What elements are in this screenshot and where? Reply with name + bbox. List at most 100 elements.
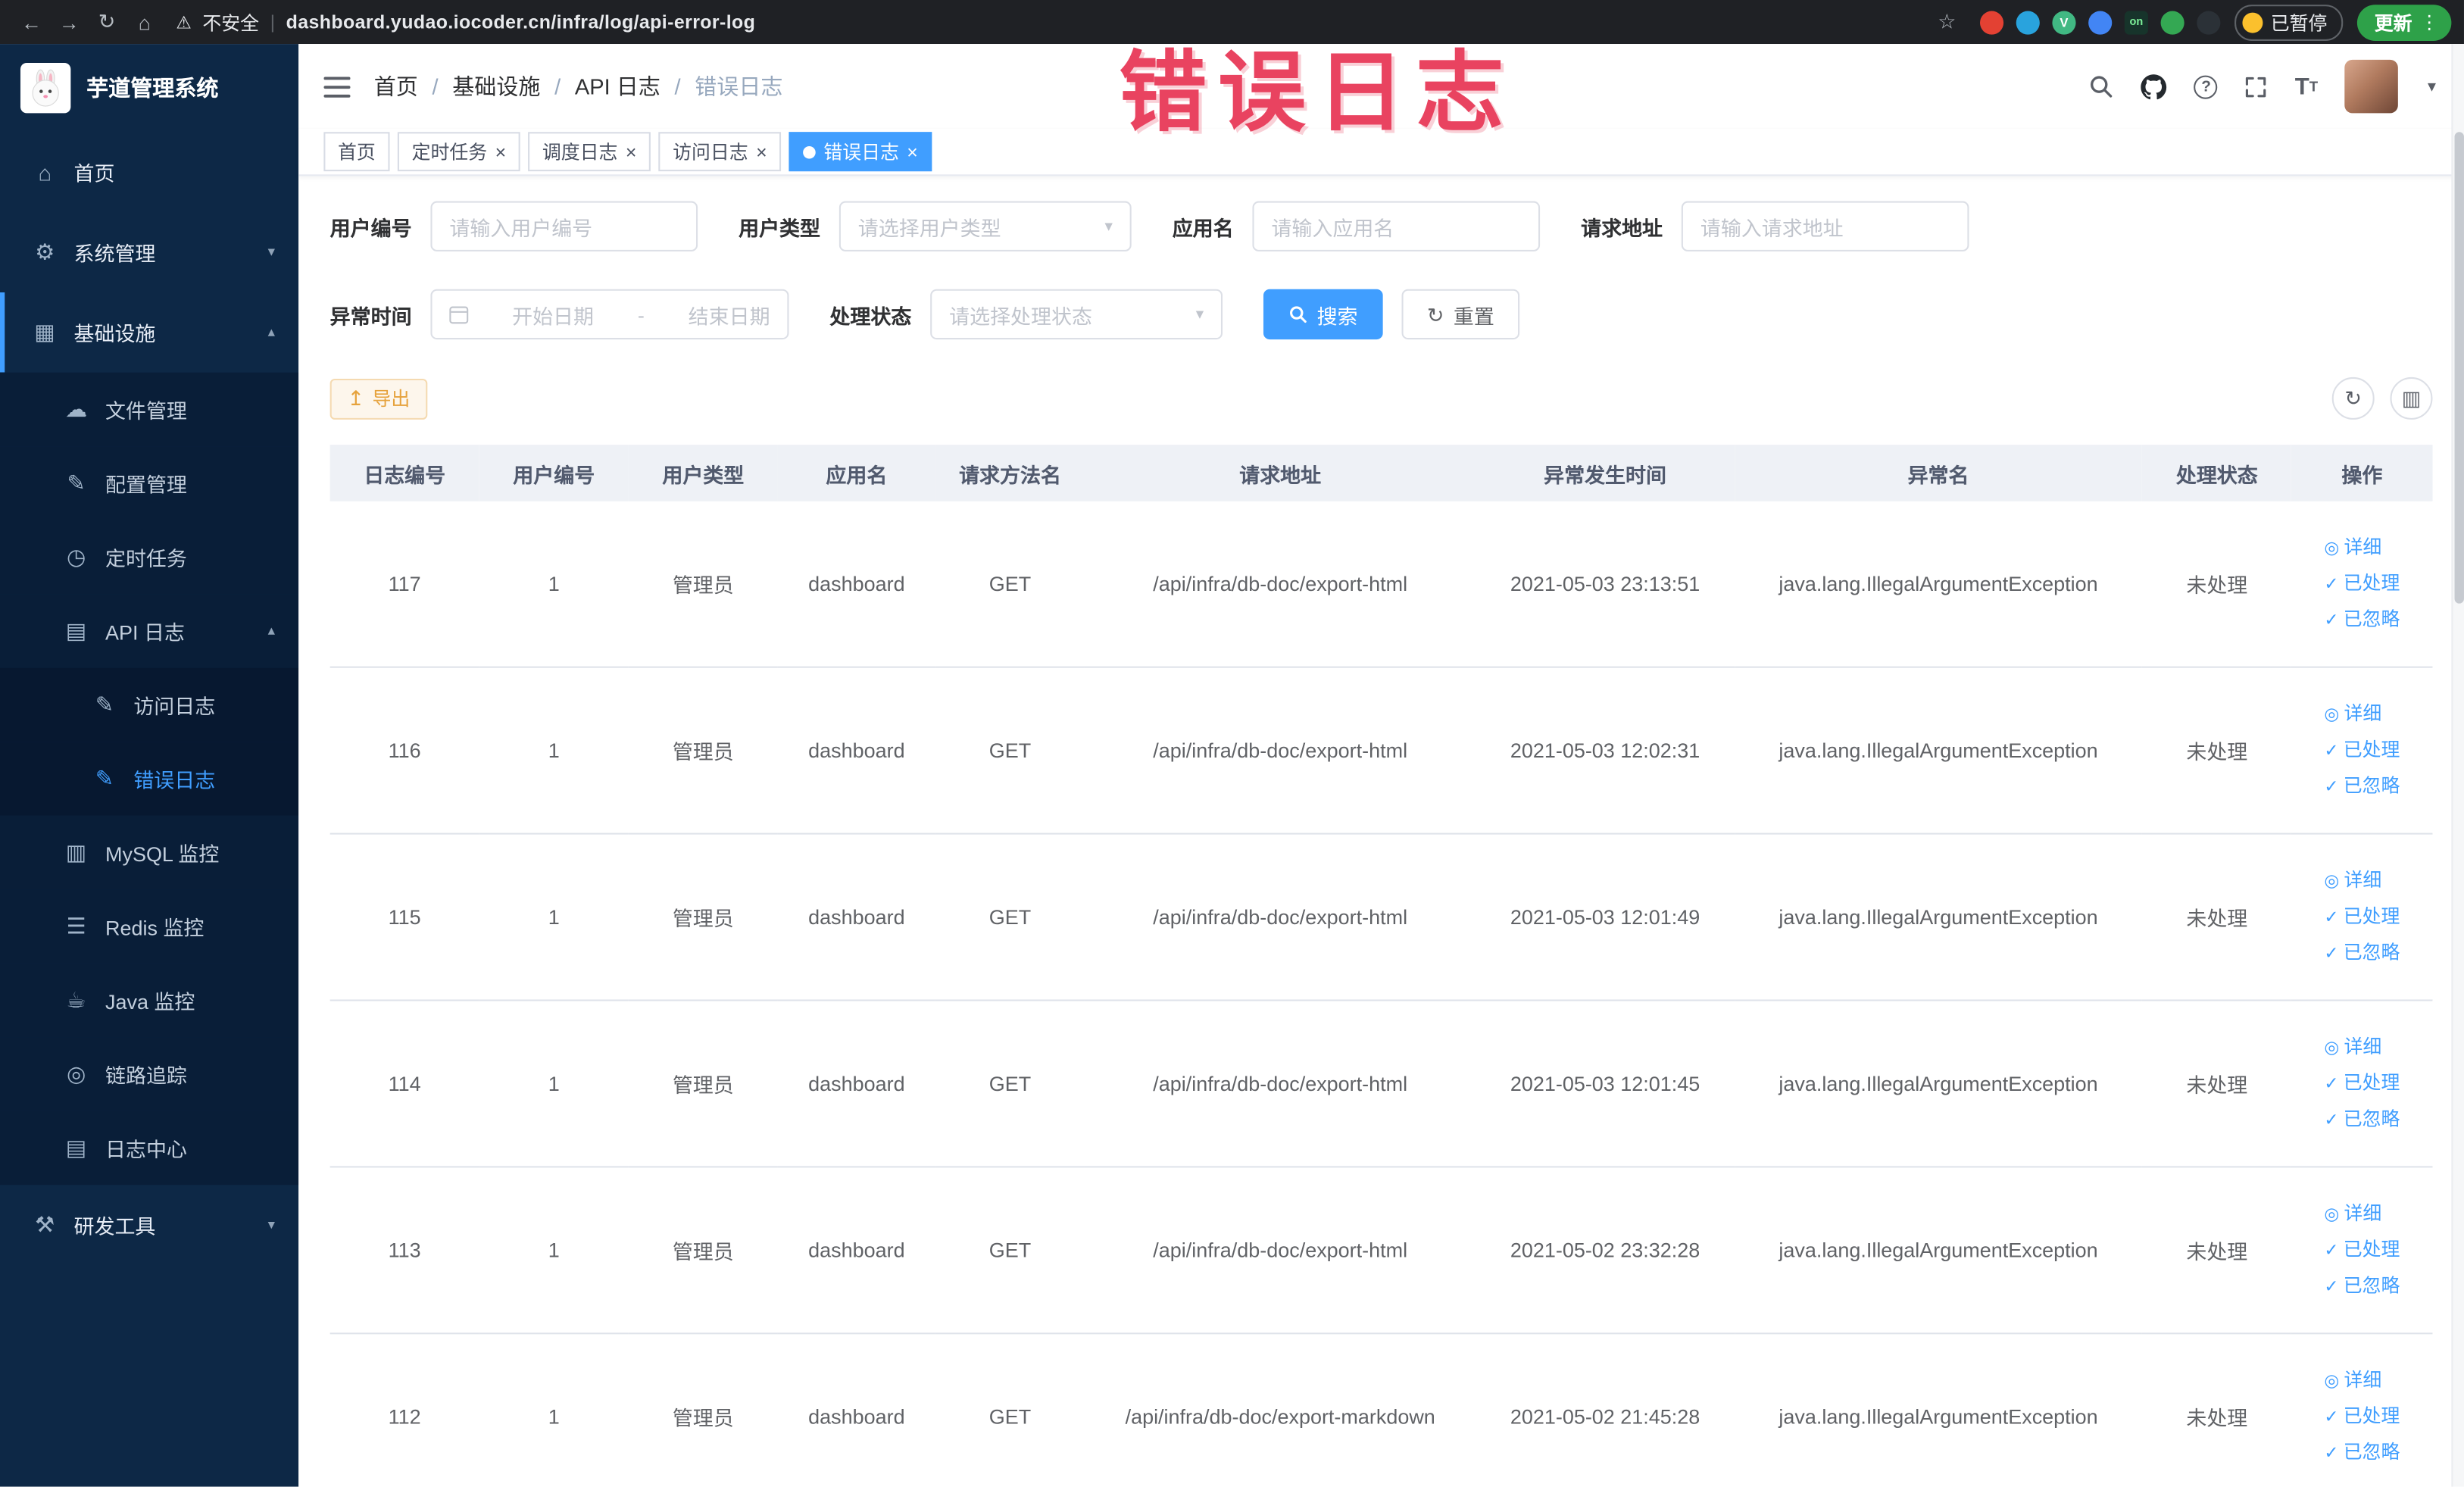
sidebar-item-java-monitor[interactable]: ☕ Java 监控 bbox=[0, 963, 299, 1038]
processed-link[interactable]: ✓ 已处理 bbox=[2324, 1066, 2400, 1102]
row-actions: ◎ 详细 ✓ 已处理 ✓ 已忽略 bbox=[2324, 530, 2400, 638]
app-name-input[interactable]: 请输入应用名 bbox=[1252, 201, 1541, 251]
sidebar-item-error-log[interactable]: ✎ 错误日志 bbox=[0, 742, 299, 816]
tab-close-icon[interactable]: × bbox=[495, 142, 507, 161]
update-button[interactable]: 更新 ⋮ bbox=[2356, 4, 2452, 40]
extension-blue-drop-icon[interactable] bbox=[2016, 10, 2040, 34]
extension-vue-devtools-icon[interactable]: V bbox=[2052, 10, 2076, 34]
processed-link[interactable]: ✓ 已处理 bbox=[2324, 1398, 2400, 1435]
reload-icon[interactable]: ↻ bbox=[88, 9, 126, 34]
search-button[interactable]: 搜索 bbox=[1263, 289, 1383, 340]
logo[interactable]: 芋道管理系统 bbox=[0, 44, 298, 132]
ignored-link[interactable]: ✓ 已忽略 bbox=[2324, 1101, 2400, 1138]
calendar-icon bbox=[449, 305, 469, 323]
reset-button[interactable]: ↻ 重置 bbox=[1401, 289, 1520, 340]
detail-link[interactable]: ◎ 详细 bbox=[2324, 1363, 2400, 1399]
sidebar-item-infrastructure[interactable]: ▦ 基础设施 ▴ bbox=[0, 292, 298, 373]
paused-badge[interactable]: 已暂停 bbox=[2234, 4, 2344, 40]
eye-icon: ◎ bbox=[2324, 1205, 2340, 1225]
tab-close-icon[interactable]: × bbox=[756, 142, 767, 161]
eye-icon: ◎ bbox=[2324, 872, 2340, 892]
breadcrumb-item[interactable]: 基础设施 bbox=[452, 70, 540, 102]
ignored-link[interactable]: ✓ 已忽略 bbox=[2324, 602, 2400, 639]
sidebar-menu: ⌂ 首页 ⚙ 系统管理 ▾ ▦ 基础设施 ▴ ☁ 文件管理 ✎ 配置管理 ◷ 定时任务 ▤ API 日志 ▴ ✎ 访… bbox=[0, 132, 299, 1265]
detail-link[interactable]: ◎ 详细 bbox=[2324, 1196, 2400, 1232]
detail-link[interactable]: ◎ 详细 bbox=[2324, 863, 2400, 899]
avatar-caret-icon[interactable]: ▼ bbox=[2425, 79, 2439, 95]
tab-close-icon[interactable]: × bbox=[907, 142, 918, 161]
sidebar-item-label: 访问日志 bbox=[133, 694, 216, 719]
ignored-link[interactable]: ✓ 已忽略 bbox=[2324, 935, 2400, 971]
request-url-input[interactable]: 请输入请求地址 bbox=[1681, 201, 1969, 251]
process-status-select[interactable]: 请选择处理状态 ▾ bbox=[930, 289, 1223, 340]
scrollbar-thumb[interactable] bbox=[2454, 132, 2464, 604]
tab-error-log[interactable]: 错误日志 × bbox=[789, 132, 932, 172]
fullscreen-icon[interactable] bbox=[2244, 75, 2268, 98]
export-button[interactable]: ↥ 导出 bbox=[329, 377, 428, 419]
sidebar-item-dev-tools[interactable]: ⚒ 研发工具 ▾ bbox=[0, 1185, 298, 1265]
sidebar-item-scheduled-jobs[interactable]: ◷ 定时任务 bbox=[0, 520, 299, 595]
sidebar-item-config-management[interactable]: ✎ 配置管理 bbox=[0, 446, 299, 520]
detail-link[interactable]: ◎ 详细 bbox=[2324, 696, 2400, 733]
column-settings-icon[interactable]: ▥ bbox=[2390, 376, 2433, 420]
tab-close-icon[interactable]: × bbox=[626, 142, 637, 161]
user-type-select[interactable]: 请选择用户类型 ▾ bbox=[839, 201, 1132, 251]
sidebar-item-file-management[interactable]: ☁ 文件管理 bbox=[0, 372, 299, 447]
help-icon[interactable]: ? bbox=[2194, 74, 2219, 98]
sidebar-item-home[interactable]: ⌂ 首页 bbox=[0, 132, 298, 212]
table-cell: dashboard bbox=[777, 1333, 936, 1487]
check-icon: ✓ bbox=[2324, 777, 2339, 797]
tab-label: 错误日志 bbox=[823, 141, 899, 164]
extension-red-icon[interactable] bbox=[1979, 10, 2004, 34]
breadcrumb-item[interactable]: API 日志 bbox=[575, 70, 661, 102]
browser-home-icon[interactable]: ⌂ bbox=[126, 10, 164, 33]
url-bar[interactable]: ⚠ 不安全 | dashboard.yudao.iocoder.cn/infra… bbox=[176, 8, 755, 35]
tab-scheduled-jobs[interactable]: 定时任务 × bbox=[397, 132, 520, 172]
sidebar-item-log-center[interactable]: ▤ 日志中心 bbox=[0, 1111, 299, 1186]
extension-dark-icon[interactable] bbox=[2197, 10, 2221, 34]
processed-link[interactable]: ✓ 已处理 bbox=[2324, 899, 2400, 936]
detail-link[interactable]: ◎ 详细 bbox=[2324, 1029, 2400, 1066]
processed-link[interactable]: ✓ 已处理 bbox=[2324, 1232, 2400, 1268]
extension-on-switch-icon[interactable]: on bbox=[2124, 10, 2148, 34]
breadcrumb-item[interactable]: 首页 bbox=[374, 70, 418, 102]
navbar: 首页 / 基础设施 / API 日志 / 错误日志 ? TT ▼ bbox=[298, 44, 2464, 129]
ignored-link[interactable]: ✓ 已忽略 bbox=[2324, 1268, 2400, 1304]
table-cell: dashboard bbox=[777, 667, 936, 835]
sidebar-item-mysql-monitor[interactable]: ▥ MySQL 监控 bbox=[0, 815, 299, 890]
user-id-input[interactable]: 请输入用户编号 bbox=[430, 201, 698, 251]
ignored-link[interactable]: ✓ 已忽略 bbox=[2324, 1435, 2400, 1471]
hamburger-icon[interactable] bbox=[323, 75, 351, 98]
back-icon[interactable]: ← bbox=[13, 10, 51, 33]
page-scrollbar[interactable] bbox=[2451, 44, 2464, 1487]
avatar[interactable] bbox=[2344, 59, 2399, 114]
extension-grid-icon[interactable] bbox=[2088, 10, 2113, 34]
table-cell: /api/infra/db-doc/export-html bbox=[1085, 501, 1476, 668]
font-size-icon[interactable]: TT bbox=[2295, 75, 2318, 98]
column-header: 异常发生时间 bbox=[1476, 445, 1735, 501]
table-row: 117 1 管理员 dashboard GET/api/infra/db-doc/exp… bbox=[329, 501, 2433, 668]
tab-schedule-log[interactable]: 调度日志 × bbox=[528, 132, 651, 172]
actions-cell: ◎ 详细 ✓ 已处理 ✓ 已忽略 bbox=[2291, 1000, 2433, 1168]
processed-link[interactable]: ✓ 已处理 bbox=[2324, 733, 2400, 769]
extension-sprout-icon[interactable] bbox=[2160, 10, 2184, 34]
github-icon[interactable] bbox=[2141, 73, 2167, 99]
processed-link[interactable]: ✓ 已处理 bbox=[2324, 566, 2400, 602]
refresh-table-icon[interactable]: ↻ bbox=[2331, 376, 2375, 420]
detail-link[interactable]: ◎ 详细 bbox=[2324, 530, 2400, 566]
sidebar-item-redis-monitor[interactable]: ☰ Redis 监控 bbox=[0, 889, 299, 964]
date-range-picker[interactable]: 开始日期 - 结束日期 bbox=[430, 289, 789, 340]
check-icon: ✓ bbox=[2324, 1241, 2339, 1261]
table-cell: 113 bbox=[329, 1167, 479, 1335]
ignored-link[interactable]: ✓ 已忽略 bbox=[2324, 768, 2400, 804]
sidebar-item-access-log[interactable]: ✎ 访问日志 bbox=[0, 667, 299, 742]
sidebar-item-system-management[interactable]: ⚙ 系统管理 ▾ bbox=[0, 212, 298, 292]
table-row: 114 1 管理员 dashboard GET/api/infra/db-doc/exp… bbox=[329, 1000, 2433, 1168]
tab-access-log[interactable]: 访问日志 × bbox=[658, 132, 782, 172]
sidebar-item-api-logs[interactable]: ▤ API 日志 ▴ bbox=[0, 594, 299, 668]
bookmark-star-icon[interactable]: ☆ bbox=[1928, 9, 1966, 34]
search-icon[interactable] bbox=[2089, 74, 2114, 99]
sidebar-item-trace[interactable]: ◎ 链路追踪 bbox=[0, 1037, 299, 1111]
tab-home[interactable]: 首页 bbox=[323, 132, 390, 172]
forward-icon[interactable]: → bbox=[50, 10, 88, 33]
